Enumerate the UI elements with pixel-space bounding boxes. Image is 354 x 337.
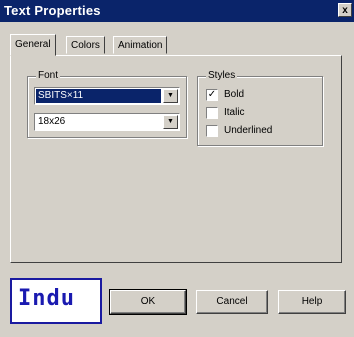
tab-colors[interactable]: Colors — [66, 36, 105, 54]
font-size-value: 18x26 — [38, 116, 66, 127]
font-size-select[interactable]: 18x26 ▼ — [34, 113, 180, 131]
underlined-label: Underlined — [224, 125, 273, 136]
styles-group-label: Styles — [206, 70, 238, 81]
tab-animation[interactable]: Animation — [113, 36, 168, 54]
check-icon: ✓ — [207, 89, 217, 100]
tab-general-label: General — [15, 39, 51, 50]
tab-colors-label: Colors — [71, 40, 100, 51]
text-preview: Indu — [10, 278, 102, 324]
tab-animation-label: Animation — [118, 40, 163, 51]
close-icon: x — [342, 5, 348, 16]
preview-text: Indu — [18, 286, 75, 311]
window-title: Text Properties — [4, 3, 101, 18]
italic-checkbox[interactable] — [206, 107, 218, 119]
chevron-down-icon: ▼ — [167, 92, 174, 99]
chevron-down-icon: ▼ — [167, 118, 174, 125]
font-name-value: SBITS×11 — [38, 90, 84, 101]
bold-checkbox[interactable]: ✓ — [206, 89, 218, 101]
underlined-checkbox[interactable] — [206, 125, 218, 137]
italic-label: Italic — [224, 107, 245, 118]
font-name-select[interactable]: SBITS×11 ▼ — [34, 87, 180, 105]
font-name-dropdown-button[interactable]: ▼ — [163, 89, 178, 103]
general-tab-panel: Font SBITS×11 ▼ 18x26 ▼ Styles ✓ Bold It… — [10, 55, 342, 263]
help-button[interactable]: Help — [278, 290, 346, 314]
ok-button[interactable]: OK — [109, 289, 187, 315]
font-size-dropdown-button[interactable]: ▼ — [163, 115, 178, 129]
title-bar: Text Properties x — [0, 0, 354, 22]
close-button[interactable]: x — [338, 3, 352, 17]
styles-group: Styles ✓ Bold Italic Underlined — [197, 70, 323, 146]
font-group: Font SBITS×11 ▼ 18x26 ▼ — [27, 70, 187, 138]
bold-label: Bold — [224, 89, 245, 100]
font-group-label: Font — [36, 70, 61, 81]
cancel-button[interactable]: Cancel — [196, 290, 268, 314]
tab-general[interactable]: General — [10, 34, 56, 56]
